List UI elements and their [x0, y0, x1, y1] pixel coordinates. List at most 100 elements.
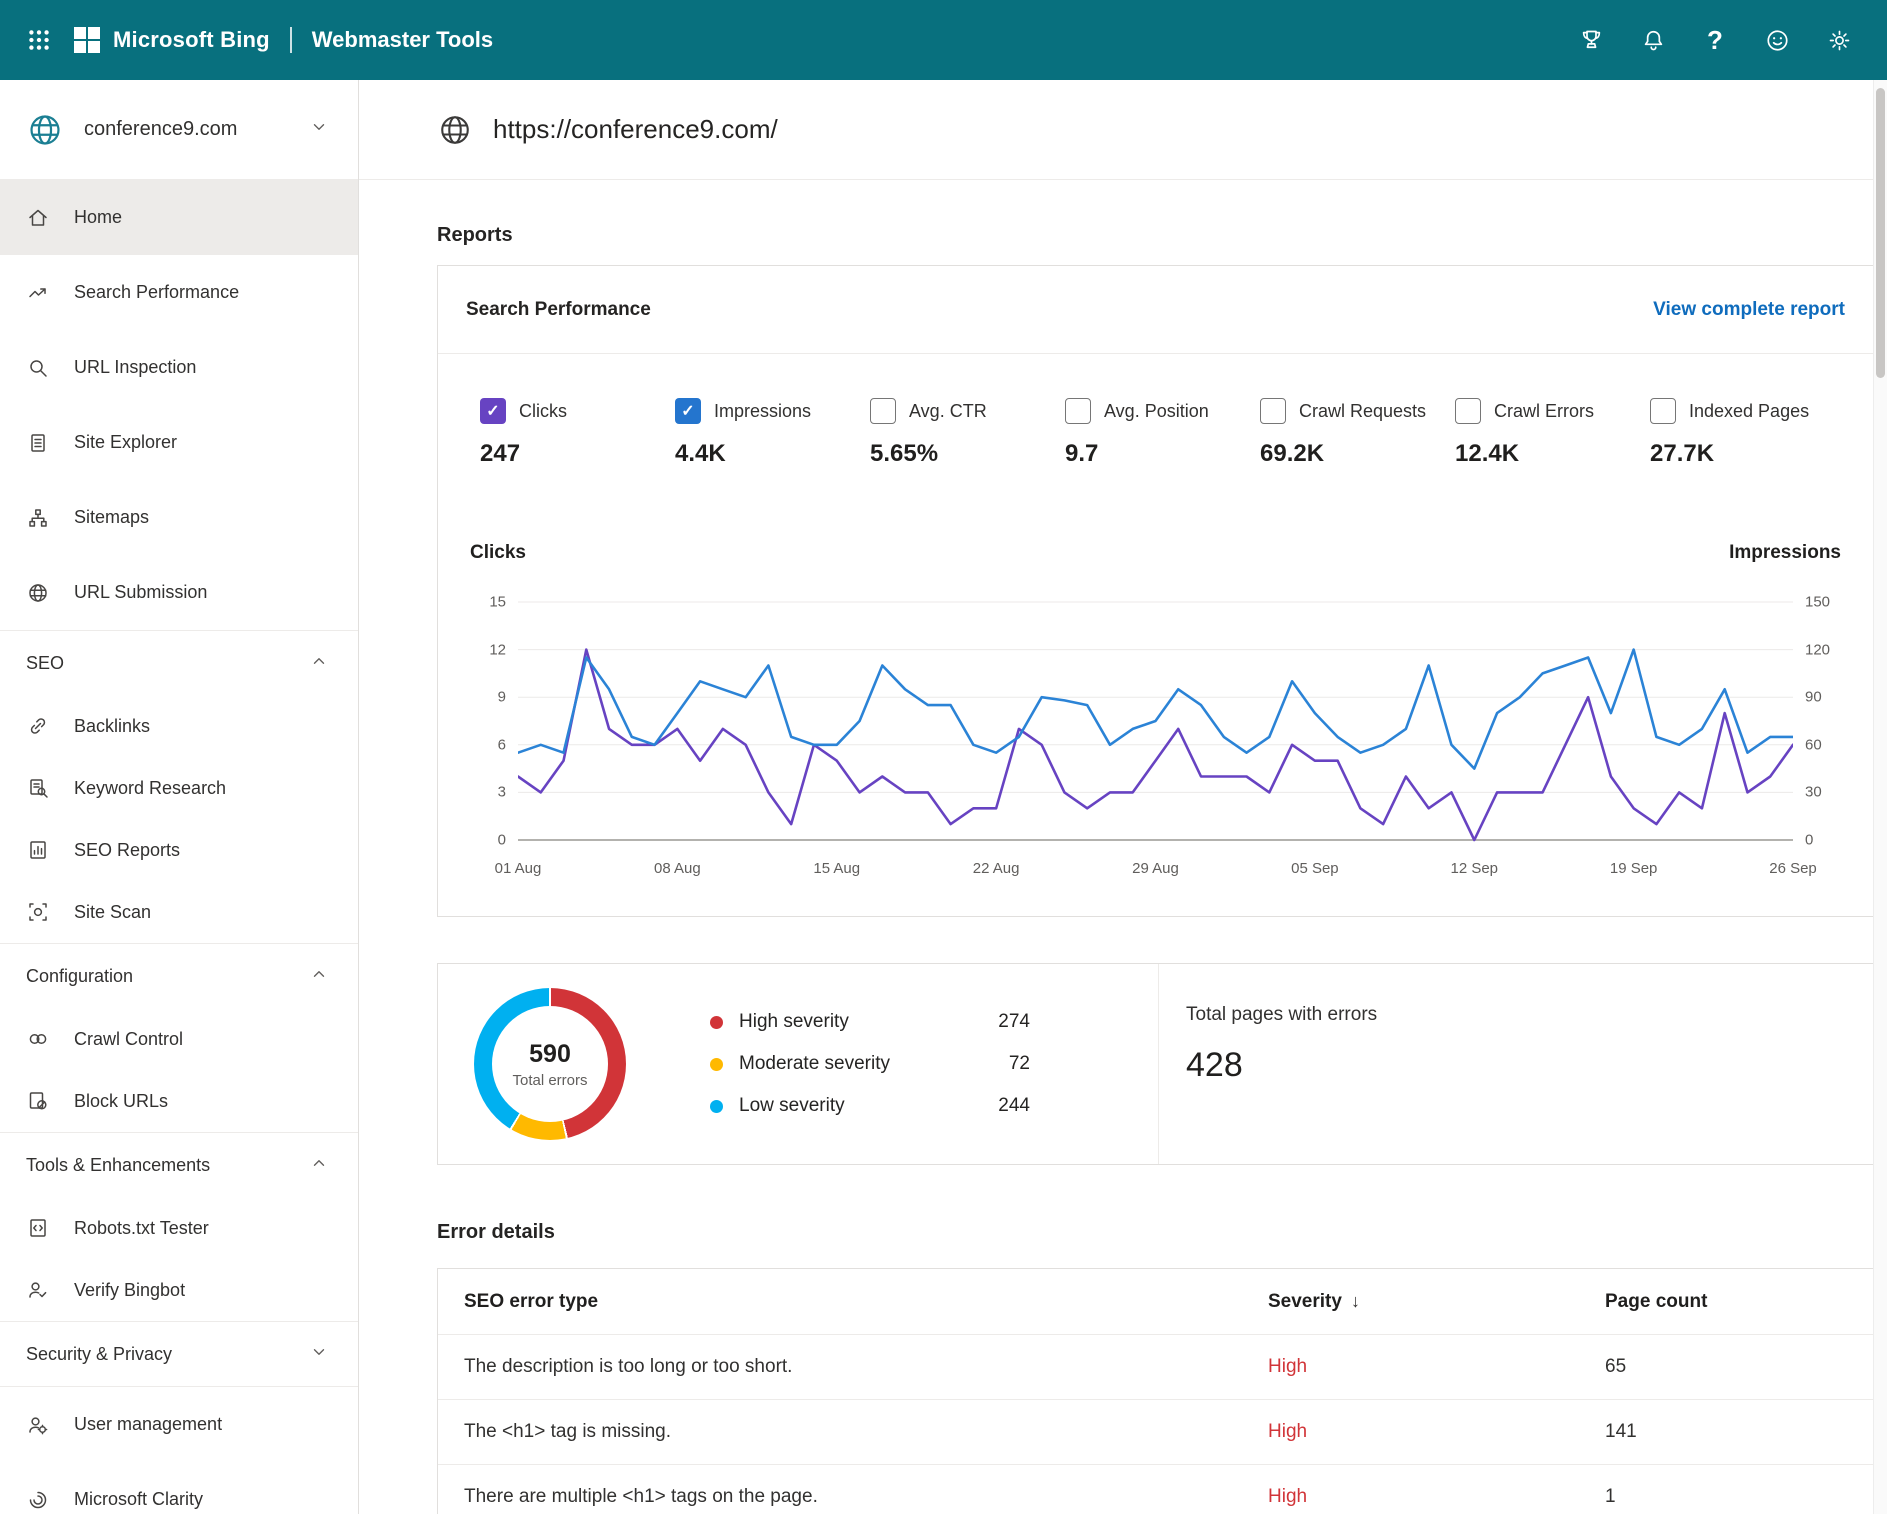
metric-label: Indexed Pages	[1689, 401, 1809, 422]
sidebar-item-backlinks[interactable]: Backlinks	[0, 695, 358, 757]
metric-value: 27.7K	[1650, 440, 1845, 468]
sidebar-item-keyword-research[interactable]: Keyword Research	[0, 757, 358, 819]
x-tick-label: 01 Aug	[495, 860, 542, 877]
sidebar-item-url-submission[interactable]: URL Submission	[0, 555, 358, 630]
reports-heading: Reports	[437, 224, 1851, 247]
blocked-document-icon	[26, 1089, 50, 1113]
page-count-cell: 1	[1605, 1486, 1873, 1508]
sidebar-item-robots-txt-tester[interactable]: Robots.txt Tester	[0, 1197, 358, 1259]
vertical-scrollbar[interactable]	[1873, 80, 1887, 1514]
error-details-heading: Error details	[437, 1221, 1851, 1244]
sidebar-item-label: Site Scan	[74, 902, 151, 923]
bar-chart-document-icon	[26, 838, 50, 862]
metric-clicks: ✓ Clicks 247	[480, 398, 675, 468]
sidebar-item-label: Keyword Research	[74, 778, 226, 799]
legend-value: 244	[970, 1095, 1030, 1117]
unchecked-checkbox[interactable]	[1650, 398, 1676, 424]
sidebar-item-verify-bingbot[interactable]: Verify Bingbot	[0, 1259, 358, 1321]
scrollbar-thumb[interactable]	[1876, 88, 1885, 378]
y-tick-label: 150	[1805, 594, 1830, 611]
y-tick-label: 9	[498, 689, 506, 706]
person-gear-icon	[26, 1413, 50, 1437]
error-table-row[interactable]: There are multiple <h1> tags on the page…	[438, 1464, 1873, 1514]
metric-label: Impressions	[714, 401, 811, 422]
metric-impressions: ✓ Impressions 4.4K	[675, 398, 870, 468]
notifications-bell-icon[interactable]	[1627, 14, 1679, 66]
metric-label: Clicks	[519, 401, 567, 422]
sidebar-section-seo[interactable]: SEO	[0, 631, 358, 695]
chart-section: Clicks Impressions 03691215 01 Aug08 Aug…	[438, 502, 1873, 916]
error-table-row[interactable]: The <h1> tag is missing.High141	[438, 1399, 1873, 1464]
sidebar-item-home[interactable]: Home	[0, 180, 358, 255]
chevron-down-icon	[310, 118, 328, 141]
metric-value: 4.4K	[675, 440, 870, 468]
sidebar-item-label: Site Explorer	[74, 432, 177, 453]
sidebar-item-microsoft-clarity[interactable]: Microsoft Clarity	[0, 1462, 358, 1514]
unchecked-checkbox[interactable]	[1455, 398, 1481, 424]
sidebar-item-url-inspection[interactable]: URL Inspection	[0, 330, 358, 405]
url-header: https://conference9.com/	[359, 80, 1887, 180]
total-pages-label: Total pages with errors	[1186, 1004, 1873, 1026]
sidebar-item-seo-reports[interactable]: SEO Reports	[0, 819, 358, 881]
sidebar-item-block-urls[interactable]: Block URLs	[0, 1070, 358, 1132]
y-tick-label: 6	[498, 736, 506, 753]
main-content: https://conference9.com/ Reports Search …	[359, 80, 1887, 1514]
sidebar-item-site-scan[interactable]: Site Scan	[0, 881, 358, 943]
x-tick-label: 26 Sep	[1769, 860, 1817, 877]
sidebar-item-label: Sitemaps	[74, 507, 149, 528]
y-tick-label: 90	[1805, 689, 1822, 706]
chevron-down-icon	[310, 1343, 328, 1366]
sidebar-item-site-explorer[interactable]: Site Explorer	[0, 405, 358, 480]
severity-badge: High	[1268, 1486, 1307, 1508]
sidebar-nav: Home Search Performance URL Inspection S…	[0, 180, 358, 1514]
column-header-severity[interactable]: Severity ↓	[1268, 1291, 1605, 1313]
x-tick-label: 29 Aug	[1132, 860, 1179, 877]
y-tick-label: 30	[1805, 784, 1822, 801]
clarity-swirl-icon	[26, 1488, 50, 1512]
settings-gear-icon[interactable]	[1813, 14, 1865, 66]
magnifier-icon	[26, 356, 50, 380]
sidebar-item-sitemaps[interactable]: Sitemaps	[0, 480, 358, 555]
donut-center: 590 Total errors	[492, 1006, 608, 1122]
home-icon	[26, 206, 50, 230]
total-errors-label: Total errors	[512, 1072, 587, 1089]
severity-cell: High	[1268, 1356, 1605, 1378]
view-complete-report-link[interactable]: View complete report	[1653, 299, 1845, 321]
feedback-smiley-icon[interactable]	[1751, 14, 1803, 66]
metric-value: 5.65%	[870, 440, 1065, 468]
sidebar-item-label: Search Performance	[74, 282, 239, 303]
sidebar-item-user-management[interactable]: User management	[0, 1387, 358, 1462]
unchecked-checkbox[interactable]	[1260, 398, 1286, 424]
document-magnifier-icon	[26, 776, 50, 800]
trophy-icon[interactable]	[1565, 14, 1617, 66]
metric-value: 247	[480, 440, 675, 468]
product-name: Webmaster Tools	[312, 27, 493, 53]
left-axis-title: Clicks	[470, 542, 526, 564]
sidebar-section-security-privacy[interactable]: Security & Privacy	[0, 1322, 358, 1386]
rings-icon	[26, 1027, 50, 1051]
site-selector[interactable]: conference9.com	[0, 80, 358, 180]
error-table-row[interactable]: The description is too long or too short…	[438, 1334, 1873, 1399]
site-name: conference9.com	[84, 118, 290, 141]
unchecked-checkbox[interactable]	[1065, 398, 1091, 424]
y-tick-label: 12	[489, 641, 506, 658]
bing-logo[interactable]: Microsoft Bing	[74, 27, 270, 53]
errors-summary-left: 590 Total errors High severity274Moderat…	[438, 964, 1158, 1164]
error-type-cell: The description is too long or too short…	[438, 1356, 1268, 1378]
error-rows: The description is too long or too short…	[438, 1334, 1873, 1514]
metrics-row: ✓Clicks247✓Impressions4.4KAvg. CTR5.65%A…	[438, 354, 1873, 502]
app-launcher-icon[interactable]	[20, 21, 58, 59]
sidebar-item-search-performance[interactable]: Search Performance	[0, 255, 358, 330]
error-type-cell: There are multiple <h1> tags on the page…	[438, 1486, 1268, 1508]
unchecked-checkbox[interactable]	[870, 398, 896, 424]
site-globe-icon	[26, 111, 64, 149]
y-tick-label: 0	[498, 832, 506, 849]
sidebar-item-crawl-control[interactable]: Crawl Control	[0, 1008, 358, 1070]
help-icon[interactable]: ?	[1689, 14, 1741, 66]
sidebar-section-tools-enhancements[interactable]: Tools & Enhancements	[0, 1133, 358, 1197]
checked-checkbox[interactable]: ✓	[480, 398, 506, 424]
sidebar-section-configuration[interactable]: Configuration	[0, 944, 358, 1008]
checked-checkbox[interactable]: ✓	[675, 398, 701, 424]
metric-value: 69.2K	[1260, 440, 1455, 468]
sidebar-item-label: User management	[74, 1414, 222, 1435]
